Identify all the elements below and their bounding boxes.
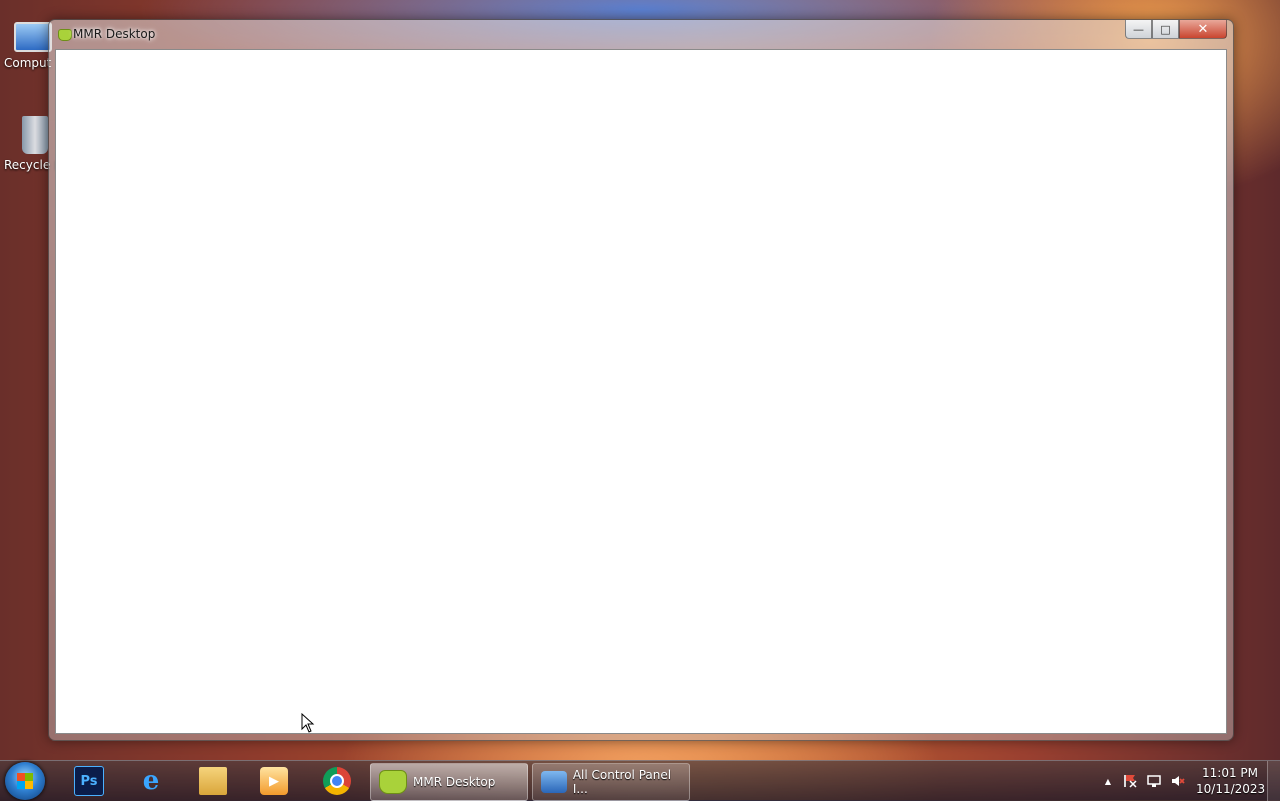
volume-muted-icon[interactable] (1170, 773, 1186, 789)
taskbar-pin-media-player[interactable]: ▶ (249, 765, 299, 797)
window-titlebar[interactable]: MMR Desktop — □ ✕ (49, 20, 1233, 49)
task-label: MMR Desktop (413, 775, 496, 789)
start-button[interactable] (5, 762, 45, 800)
mmr-app-icon (379, 770, 407, 794)
clock-date: 10/11/2023 (1196, 782, 1266, 796)
mmr-app-icon[interactable] (58, 29, 72, 41)
recycle-bin-icon (22, 116, 48, 154)
taskbar-task-mmr-desktop[interactable]: MMR Desktop (370, 763, 528, 801)
windows-logo-icon (17, 773, 33, 789)
system-tray: ▲ (1100, 761, 1186, 801)
clock-time: 11:01 PM (1202, 766, 1258, 780)
window-title: MMR Desktop (73, 27, 156, 41)
chrome-icon (323, 767, 351, 795)
close-button[interactable]: ✕ (1179, 20, 1227, 39)
mmr-desktop-window: MMR Desktop — □ ✕ (48, 19, 1234, 741)
show-hidden-icons-button[interactable]: ▲ (1100, 773, 1116, 789)
window-content-area[interactable] (55, 49, 1227, 734)
taskbar: Ps e ▶ MMR Desktop All Control Panel I..… (0, 760, 1280, 801)
taskbar-pin-chrome[interactable] (312, 765, 362, 797)
taskbar-clock[interactable]: 11:01 PM 10/11/2023 (1196, 765, 1266, 797)
maximize-button[interactable]: □ (1152, 20, 1179, 39)
caption-buttons: — □ ✕ (1125, 20, 1227, 39)
taskbar-pin-explorer[interactable] (188, 765, 238, 797)
show-desktop-button[interactable] (1267, 761, 1280, 801)
maximize-icon: □ (1160, 22, 1171, 36)
minimize-button[interactable]: — (1125, 20, 1152, 39)
action-center-icon[interactable] (1122, 773, 1138, 789)
close-icon: ✕ (1197, 21, 1209, 37)
internet-explorer-icon: e (142, 766, 160, 796)
photoshop-icon: Ps (74, 766, 104, 796)
taskbar-pin-internet-explorer[interactable]: e (126, 765, 176, 797)
minimize-icon: — (1133, 22, 1144, 36)
control-panel-icon (541, 771, 567, 793)
folder-icon (199, 767, 227, 795)
media-player-icon: ▶ (260, 767, 288, 795)
taskbar-pin-photoshop[interactable]: Ps (64, 765, 114, 797)
task-label: All Control Panel I... (572, 768, 672, 796)
computer-icon (14, 22, 52, 52)
network-icon[interactable] (1146, 773, 1162, 789)
taskbar-task-control-panel[interactable]: All Control Panel I... (532, 763, 690, 801)
